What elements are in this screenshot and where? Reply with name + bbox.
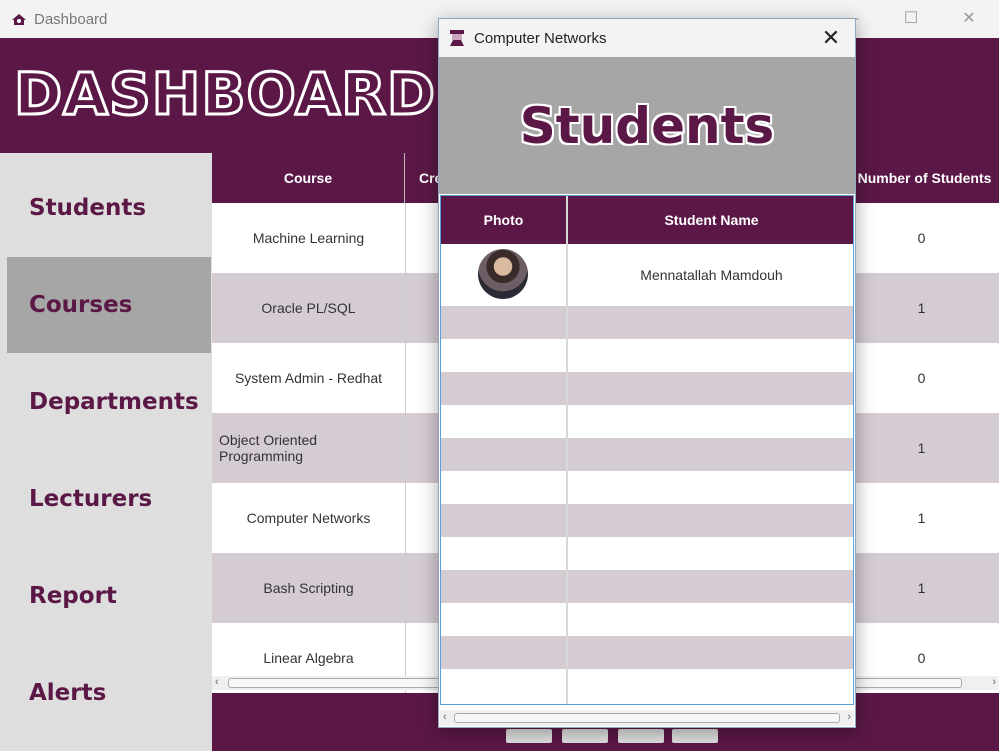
dialog-title-bar: Computer Networks ✕ xyxy=(439,19,855,57)
students-dialog: Computer Networks ✕ Students Photo Stude… xyxy=(438,18,856,728)
column-divider xyxy=(405,413,406,483)
table-row xyxy=(441,669,853,702)
students-table: Photo Student Name Mennatallah Mamdouh xyxy=(440,195,854,705)
banner-title: Students xyxy=(519,96,775,155)
students-count-cell: 0 xyxy=(917,370,926,386)
dialog-title: Computer Networks xyxy=(474,30,607,47)
scroll-right-icon[interactable]: › xyxy=(992,676,996,688)
close-button[interactable]: ✕ xyxy=(946,6,992,32)
graduate-icon xyxy=(450,30,464,46)
table-row xyxy=(441,306,853,339)
avatar xyxy=(478,249,528,299)
table-row xyxy=(441,537,853,570)
column-divider xyxy=(405,343,406,413)
course-cell: Computer Networks xyxy=(246,510,371,526)
table-row xyxy=(441,570,853,603)
students-count-cell: 0 xyxy=(917,230,926,246)
column-header-photo[interactable]: Photo xyxy=(441,196,566,244)
course-cell: System Admin - Redhat xyxy=(234,370,383,386)
dialog-banner: Students xyxy=(439,57,855,194)
sidebar: Students Courses Departments Lecturers R… xyxy=(0,153,212,751)
table-row xyxy=(441,339,853,372)
close-icon[interactable]: ✕ xyxy=(817,25,845,51)
toolbar-button-4[interactable] xyxy=(672,729,718,743)
sidebar-item-departments[interactable]: Departments xyxy=(7,354,211,450)
table-row xyxy=(441,504,853,537)
table-row xyxy=(441,438,853,471)
course-cell: Machine Learning xyxy=(252,230,365,246)
students-count-cell: 1 xyxy=(917,440,926,456)
students-count-cell: 1 xyxy=(917,300,926,316)
column-divider xyxy=(566,196,568,704)
column-divider xyxy=(405,273,406,343)
course-cell: Object Oriented Programming xyxy=(219,432,318,464)
table-row xyxy=(441,405,853,438)
column-header-number-of-students[interactable]: Number of Students xyxy=(850,153,999,203)
column-divider xyxy=(405,483,406,553)
students-table-header: Photo Student Name xyxy=(441,196,853,244)
dialog-horizontal-scrollbar[interactable]: ‹ › xyxy=(440,710,854,726)
dashboard-window: Dashboard — ☐ ✕ DASHBOARD Students Cours… xyxy=(0,0,999,751)
student-name-cell: Mennatallah Mamdouh xyxy=(640,267,783,283)
app-logo-icon xyxy=(12,14,26,25)
toolbar-button-1[interactable] xyxy=(506,729,552,743)
scroll-left-icon[interactable]: ‹ xyxy=(215,676,219,688)
course-cell: Bash Scripting xyxy=(263,580,354,596)
scroll-left-icon[interactable]: ‹ xyxy=(443,711,447,723)
table-row xyxy=(441,636,853,669)
column-header-course[interactable]: Course xyxy=(212,153,405,203)
sidebar-item-report[interactable]: Report xyxy=(7,548,211,644)
sidebar-item-students[interactable]: Students xyxy=(7,160,211,256)
dashboard-title: DASHBOARD xyxy=(13,59,437,130)
column-divider xyxy=(405,553,406,623)
table-row xyxy=(441,603,853,636)
toolbar-button-3[interactable] xyxy=(618,729,664,743)
toolbar-button-2[interactable] xyxy=(562,729,608,743)
table-row xyxy=(441,372,853,405)
scroll-right-icon[interactable]: › xyxy=(847,711,851,723)
sidebar-item-alerts[interactable]: Alerts xyxy=(7,645,211,741)
table-row xyxy=(441,471,853,504)
students-count-cell: 1 xyxy=(917,580,926,596)
students-count-cell: 1 xyxy=(917,510,926,526)
course-cell: Oracle PL/SQL xyxy=(261,300,356,316)
scrollbar-thumb[interactable] xyxy=(454,713,840,723)
column-divider xyxy=(405,203,406,273)
column-header-student-name[interactable]: Student Name xyxy=(568,196,853,244)
sidebar-item-lecturers[interactable]: Lecturers xyxy=(7,451,211,547)
maximize-button[interactable]: ☐ xyxy=(888,6,934,32)
table-row[interactable]: Mennatallah Mamdouh xyxy=(441,244,853,306)
window-title: Dashboard xyxy=(34,11,108,28)
sidebar-item-courses[interactable]: Courses xyxy=(7,257,211,353)
